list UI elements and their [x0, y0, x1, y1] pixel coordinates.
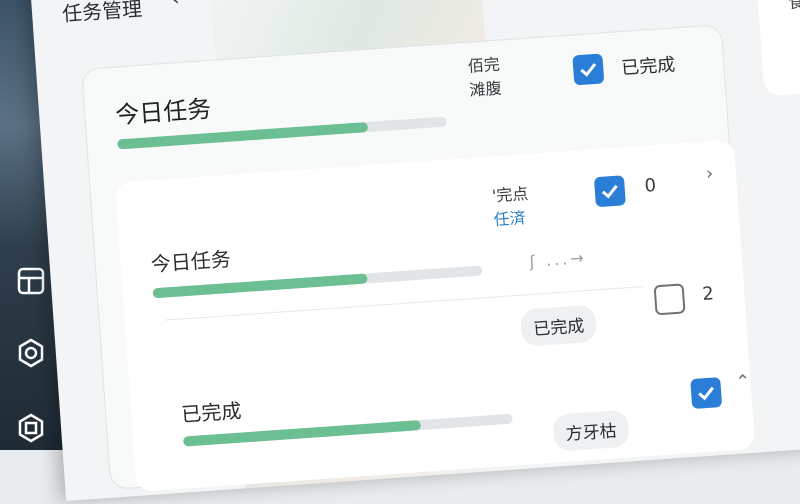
task-list: 今日任务 '完点 任済 0 › ʃ ...→ 已完成 2 已完成 方牙枯 ⌃	[115, 139, 756, 493]
today-task-title: 今日任务	[114, 94, 213, 130]
today-status-top: 佰完	[467, 54, 501, 76]
row-1-status: '完点 任済	[491, 182, 531, 232]
main-panel: 任务管理 ‹ 食 今日任务 佰完 滩腹 已完成	[29, 0, 800, 501]
row-1-status-top: '完点	[491, 183, 529, 206]
today-task-card: 今日任务 佰完 滩腹 已完成 今日任务 '完点 任済 0 › ʃ ...→ 已完…	[81, 24, 756, 493]
row-3-title: 已完成	[180, 398, 243, 427]
side-card[interactable]: 食	[754, 0, 800, 97]
row-1-count: 0	[643, 175, 657, 197]
chevron-left-icon[interactable]: ‹	[171, 0, 181, 10]
app-window: 任务管理 ‹ 食 今日任务 佰完 滩腹 已完成	[0, 0, 800, 504]
row-1-flow-text: ʃ ...→	[528, 248, 588, 272]
today-status: 佰完 滩腹	[467, 53, 502, 103]
row-1-checkbox[interactable]	[593, 175, 626, 208]
row-2-checkbox[interactable]	[653, 283, 686, 316]
checkmark-icon	[580, 63, 597, 77]
row-3-checkbox[interactable]	[690, 377, 723, 410]
chevron-right-icon[interactable]: ›	[705, 163, 714, 184]
row-1-title: 今日任务	[150, 246, 232, 277]
today-status-bottom: 滩腹	[468, 78, 503, 100]
row-1-progress-fill	[152, 273, 368, 299]
collapse-arrow-icon[interactable]: ⌃	[735, 371, 752, 393]
page-title: 任务管理	[61, 0, 143, 27]
checkmark-icon	[698, 386, 715, 401]
row-1-status-link[interactable]: 任済	[493, 206, 531, 232]
checkmark-icon	[601, 184, 618, 199]
row-2-count: 2	[701, 283, 715, 306]
side-card-label: 食	[787, 0, 800, 13]
today-complete-label: 已完成	[620, 54, 676, 80]
row-2-status-pill[interactable]: 已完成	[519, 304, 598, 347]
today-complete-checkbox[interactable]	[572, 53, 605, 86]
row-3-status-pill[interactable]: 方牙枯	[552, 409, 630, 452]
